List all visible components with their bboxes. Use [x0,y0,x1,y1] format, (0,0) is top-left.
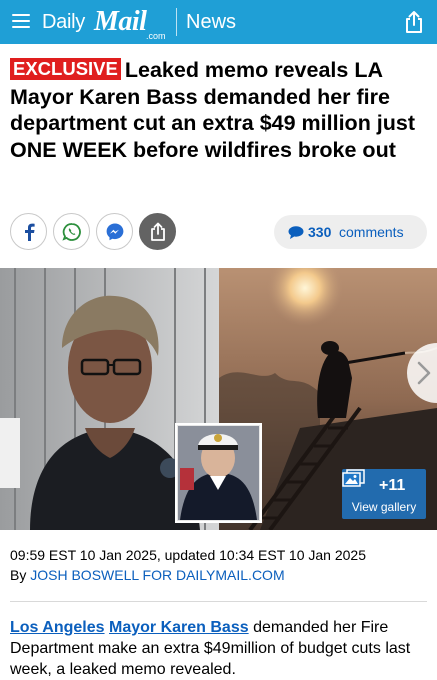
headline: EXCLUSIVE Leaked memo reveals LA Mayor Ka… [10,57,430,163]
exclusive-badge: EXCLUSIVE [10,58,121,80]
share-button[interactable] [139,213,176,250]
menu-icon[interactable] [12,13,30,29]
comment-bubble-icon [288,226,304,239]
los-angeles-link[interactable]: Los Angeles [10,619,105,636]
whatsapp-icon[interactable] [53,213,90,250]
brand-mail: Mail [94,6,147,37]
header-divider [176,8,177,36]
author-link[interactable]: JOSH BOSWELL FOR DAILYMAIL.COM [30,567,284,583]
article-body: Los Angeles Mayor Karen Bass demanded he… [10,617,430,680]
image-gallery[interactable]: +11 View gallery [0,268,437,530]
divider [10,601,427,602]
chevron-right-icon [417,361,431,385]
share-icon [150,222,165,241]
article-timestamp: 09:59 EST 10 Jan 2025, updated 10:34 EST… [10,547,366,563]
view-gallery-button[interactable]: +11 View gallery [342,469,426,519]
comments-label: comments [339,224,404,240]
gallery-count: +11 [379,477,406,494]
section-title[interactable]: News [186,11,236,34]
facebook-icon[interactable] [10,213,47,250]
top-bar: Daily Mail .com News [0,0,437,44]
gallery-label: View gallery [351,500,417,514]
byline-prefix: By [10,567,27,583]
messenger-icon[interactable] [96,213,133,250]
share-icon[interactable] [402,10,426,34]
gallery-icon [342,469,365,487]
social-share-row: 330 comments [10,212,430,254]
brand-daily: Daily [42,11,85,33]
karen-bass-link[interactable]: Mayor Karen Bass [109,619,249,636]
comments-count: 330 [308,224,332,240]
brand-com: .com [146,31,166,41]
comments-button[interactable]: 330 comments [274,215,427,249]
byline: By JOSH BOSWELL FOR DAILYMAIL.COM [10,566,285,585]
